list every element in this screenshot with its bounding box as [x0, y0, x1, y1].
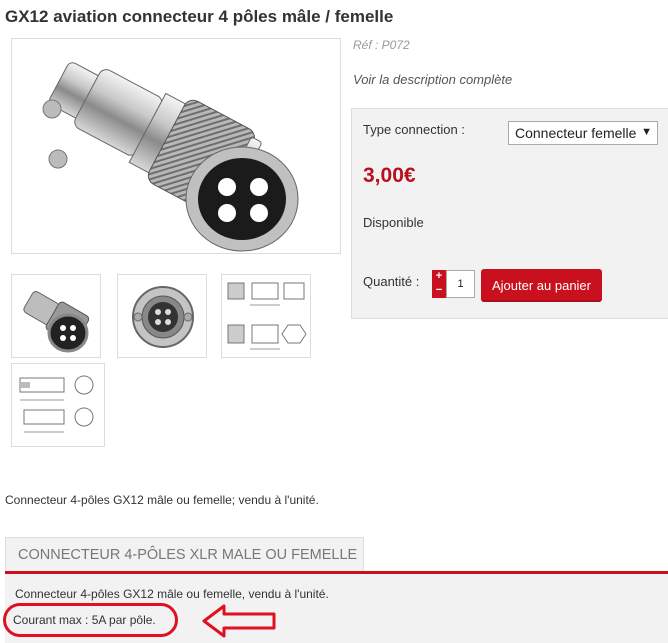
chevron-down-icon: ▼	[641, 126, 652, 138]
product-price: 3,00€	[363, 164, 416, 187]
thumbnail-female-connector[interactable]	[11, 274, 101, 358]
product-reference: Réf : P072	[353, 38, 410, 52]
type-connection-label: Type connection :	[363, 122, 465, 137]
tab-content-description: Connecteur 4-pôles GX12 mâle ou femelle,…	[15, 587, 329, 601]
tab-description[interactable]: CONNECTEUR 4-PÔLES XLR MALE OU FEMELLE	[5, 537, 364, 573]
connector-thumbnail-icon	[23, 291, 90, 353]
short-description: Connecteur 4-pôles GX12 mâle ou femelle;…	[5, 493, 319, 507]
purchase-panel: Type connection : Connecteur femelle ▼ 3…	[351, 108, 668, 319]
left-arrow-icon	[202, 604, 276, 638]
quantity-label: Quantité :	[363, 274, 420, 289]
drawing-thumbnail-icon	[227, 282, 307, 350]
type-connection-select[interactable]: Connecteur femelle ▼	[508, 121, 658, 145]
add-to-cart-button[interactable]: Ajouter au panier	[481, 269, 602, 302]
quantity-stepper: + −	[432, 270, 446, 298]
thumbnail-male-connector[interactable]	[117, 274, 207, 358]
availability-status: Disponible	[363, 215, 424, 230]
connector-photo-icon	[42, 62, 299, 252]
full-description-link[interactable]: Voir la description complète	[353, 72, 512, 87]
product-main-image[interactable]	[11, 38, 341, 254]
type-connection-value: Connecteur femelle	[515, 125, 637, 141]
drawing-thumbnail-icon	[19, 375, 94, 433]
thumbnail-technical-drawing-2[interactable]	[11, 363, 105, 447]
product-title: GX12 aviation connecteur 4 pôles mâle / …	[5, 7, 394, 26]
quantity-input[interactable]: 1	[446, 270, 475, 298]
annotation-ellipse	[3, 603, 178, 637]
quantity-plus-button[interactable]: +	[432, 270, 446, 284]
quantity-minus-button[interactable]: −	[432, 284, 446, 298]
thumbnail-technical-drawing[interactable]	[221, 274, 311, 358]
connector-thumbnail-icon	[132, 286, 194, 348]
tab-divider	[5, 571, 668, 574]
